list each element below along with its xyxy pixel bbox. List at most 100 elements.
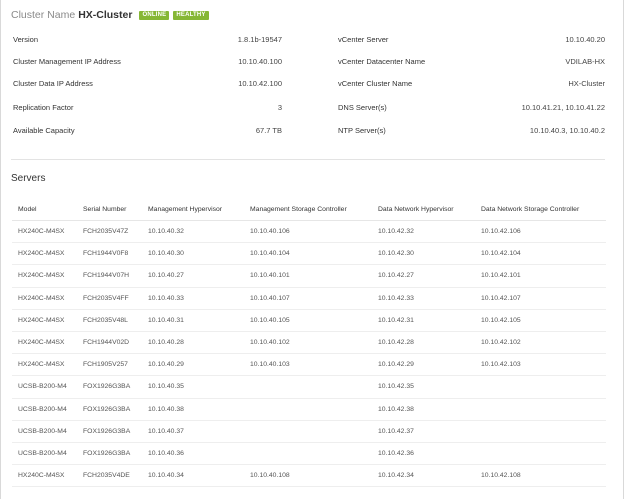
summary-key: Version <box>13 35 39 44</box>
cell-management-storage-controller <box>244 420 372 443</box>
summary-value: 10.10.40.20 <box>565 35 605 44</box>
summary-row-capacity: Available Capacity 67.7 TB <box>13 124 282 138</box>
cell-management-hypervisor: 10.10.40.27 <box>142 264 244 288</box>
cell-model: HX240C-M4SX <box>12 242 77 266</box>
table-row[interactable]: UCSB-B200-M4 FOX1926G3BA 10.10.40.38 10.10.… <box>12 398 606 421</box>
cell-management-hypervisor: 10.10.40.37 <box>142 420 244 443</box>
cell-serial-number: FCH1944V07H <box>77 264 142 288</box>
table-header-row: Model Serial Number Management Hyperviso… <box>12 198 606 221</box>
cell-management-storage-controller: 10.10.40.101 <box>244 264 372 288</box>
cell-data-network-storage-controller <box>475 398 606 421</box>
table-row[interactable]: UCSB-B200-M4 FOX1926G3BA 10.10.40.35 10.10.… <box>12 375 606 399</box>
summary-value: 1.8.1b-19547 <box>237 35 282 44</box>
cell-data-network-storage-controller: 10.10.42.102 <box>475 331 606 355</box>
cell-serial-number: FOX1926G3BA <box>77 398 142 421</box>
table-row[interactable]: HX240C-M4SX FCH2035V47Z 10.10.40.32 10.10.4… <box>12 220 606 244</box>
summary-key: vCenter Server <box>338 35 389 44</box>
cell-management-storage-controller: 10.10.40.102 <box>244 331 372 355</box>
cell-serial-number: FCH1944V02D <box>77 331 142 355</box>
table-row[interactable]: UCSB-B200-M4 FOX1926G3BA 10.10.40.37 10.10.… <box>12 420 606 443</box>
cell-management-storage-controller <box>244 375 372 399</box>
table-row[interactable]: HX240C-M4SX FCH1944V0F8 10.10.40.30 10.10.4… <box>12 242 606 266</box>
cell-management-storage-controller: 10.10.40.105 <box>244 309 372 332</box>
table-row[interactable]: HX240C-M4SX FCH2035V48L 10.10.40.31 10.10.4… <box>12 309 606 332</box>
table-row[interactable]: HX240C-M4SX FCH1905V257 10.10.40.29 10.10.4… <box>12 353 606 377</box>
cell-management-hypervisor: 10.10.40.32 <box>142 220 244 244</box>
servers-table-body: HX240C-M4SX FCH2035V47Z 10.10.40.32 10.10.4… <box>12 220 606 488</box>
cell-management-storage-controller: 10.10.40.108 <box>244 464 372 488</box>
cell-data-network-storage-controller: 10.10.42.101 <box>475 264 606 288</box>
summary-row-vcenter-datacenter: vCenter Datacenter Name VDILAB-HX <box>338 55 605 69</box>
cell-management-hypervisor: 10.10.40.38 <box>142 398 244 421</box>
cell-management-storage-controller: 10.10.40.104 <box>244 242 372 266</box>
summary-value: 10.10.40.100 <box>238 57 282 66</box>
cell-data-network-storage-controller: 10.10.42.107 <box>475 287 606 310</box>
summary-row-dns: DNS Server(s) 10.10.41.21, 10.10.41.22 <box>338 101 605 115</box>
cell-data-network-storage-controller: 10.10.42.106 <box>475 220 606 244</box>
cell-data-network-hypervisor: 10.10.42.27 <box>372 264 475 288</box>
servers-section-title: Servers <box>11 173 46 184</box>
cell-data-network-hypervisor: 10.10.42.30 <box>372 242 475 266</box>
cell-management-storage-controller <box>244 398 372 421</box>
cluster-name-value: HX-Cluster <box>78 9 133 21</box>
summary-value: 3 <box>277 103 282 112</box>
cell-data-network-hypervisor: 10.10.42.33 <box>372 287 475 310</box>
column-header-management-hypervisor[interactable]: Management Hypervisor <box>142 198 244 221</box>
cell-management-storage-controller: 10.10.40.106 <box>244 220 372 244</box>
column-header-management-storage-controller[interactable]: Management Storage Controller <box>244 198 372 221</box>
summary-value: 10.10.42.100 <box>238 79 282 88</box>
cell-data-network-hypervisor: 10.10.42.28 <box>372 331 475 355</box>
summary-row-replication: Replication Factor 3 <box>13 101 282 115</box>
cell-model: HX240C-M4SX <box>12 331 77 355</box>
cell-data-network-hypervisor: 10.10.42.36 <box>372 442 475 466</box>
cell-data-network-storage-controller: 10.10.42.103 <box>475 353 606 377</box>
cell-data-network-hypervisor: 10.10.42.34 <box>372 464 475 488</box>
cell-model: HX240C-M4SX <box>12 220 77 244</box>
table-row[interactable]: HX240C-M4SX FCH1944V02D 10.10.40.28 10.10.4… <box>12 331 606 355</box>
summary-value: 10.10.40.3, 10.10.40.2 <box>529 126 605 135</box>
summary-row-version: Version 1.8.1b-19547 <box>13 33 282 47</box>
cell-serial-number: FCH1944V0F8 <box>77 242 142 266</box>
cluster-summary-page: Cluster Name HX-Cluster ONLINE HEALTHY V… <box>0 0 624 499</box>
summary-value: HX-Cluster <box>568 79 605 88</box>
table-row[interactable]: UCSB-B200-M4 FOX1926G3BA 10.10.40.36 10.10.… <box>12 442 606 466</box>
cell-data-network-storage-controller <box>475 442 606 466</box>
summary-value: 10.10.41.21, 10.10.41.22 <box>521 103 605 112</box>
servers-table: Model Serial Number Management Hyperviso… <box>12 198 606 488</box>
summary-key: DNS Server(s) <box>338 103 387 112</box>
status-badge-online: ONLINE <box>139 10 170 20</box>
cell-management-storage-controller: 10.10.40.103 <box>244 353 372 377</box>
cell-management-hypervisor: 10.10.40.28 <box>142 331 244 355</box>
status-badge-healthy: HEALTHY <box>173 10 209 20</box>
cell-management-hypervisor: 10.10.40.31 <box>142 309 244 332</box>
column-header-serial-number[interactable]: Serial Number <box>77 198 142 221</box>
column-header-data-network-hypervisor[interactable]: Data Network Hypervisor <box>372 198 475 221</box>
cell-management-storage-controller: 10.10.40.107 <box>244 287 372 310</box>
summary-key: vCenter Cluster Name <box>338 79 413 88</box>
table-row[interactable]: HX240C-M4SX FCH2035V4FF 10.10.40.33 10.10.4… <box>12 287 606 310</box>
column-header-model[interactable]: Model <box>12 198 77 221</box>
summary-row-ntp: NTP Server(s) 10.10.40.3, 10.10.40.2 <box>338 124 605 138</box>
section-divider <box>11 159 605 160</box>
cell-serial-number: FCH2035V4FF <box>77 287 142 310</box>
cell-model: HX240C-M4SX <box>12 264 77 288</box>
table-row[interactable]: HX240C-M4SX FCH1944V07H 10.10.40.27 10.10.4… <box>12 264 606 288</box>
cell-data-network-storage-controller <box>475 375 606 399</box>
summary-key: Cluster Data IP Address <box>13 79 93 88</box>
summary-key: Available Capacity <box>13 126 75 135</box>
summary-row-mgmt-ip: Cluster Management IP Address 10.10.40.1… <box>13 55 282 69</box>
cluster-header: Cluster Name HX-Cluster ONLINE HEALTHY <box>11 8 209 22</box>
cell-serial-number: FCH2035V47Z <box>77 220 142 244</box>
cell-data-network-hypervisor: 10.10.42.31 <box>372 309 475 332</box>
column-header-data-network-storage-controller[interactable]: Data Network Storage Controller <box>475 198 606 221</box>
cell-data-network-storage-controller: 10.10.42.104 <box>475 242 606 266</box>
cell-serial-number: FOX1926G3BA <box>77 420 142 443</box>
cell-management-hypervisor: 10.10.40.29 <box>142 353 244 377</box>
summary-key: Cluster Management IP Address <box>13 57 121 66</box>
summary-key: vCenter Datacenter Name <box>338 57 426 66</box>
summary-row-vcenter-server: vCenter Server 10.10.40.20 <box>338 33 605 47</box>
table-row[interactable]: HX240C-M4SX FCH2035V4DE 10.10.40.34 10.10.4… <box>12 464 606 488</box>
cell-management-hypervisor: 10.10.40.36 <box>142 442 244 466</box>
summary-row-data-ip: Cluster Data IP Address 10.10.42.100 <box>13 77 282 91</box>
cell-data-network-hypervisor: 10.10.42.29 <box>372 353 475 377</box>
